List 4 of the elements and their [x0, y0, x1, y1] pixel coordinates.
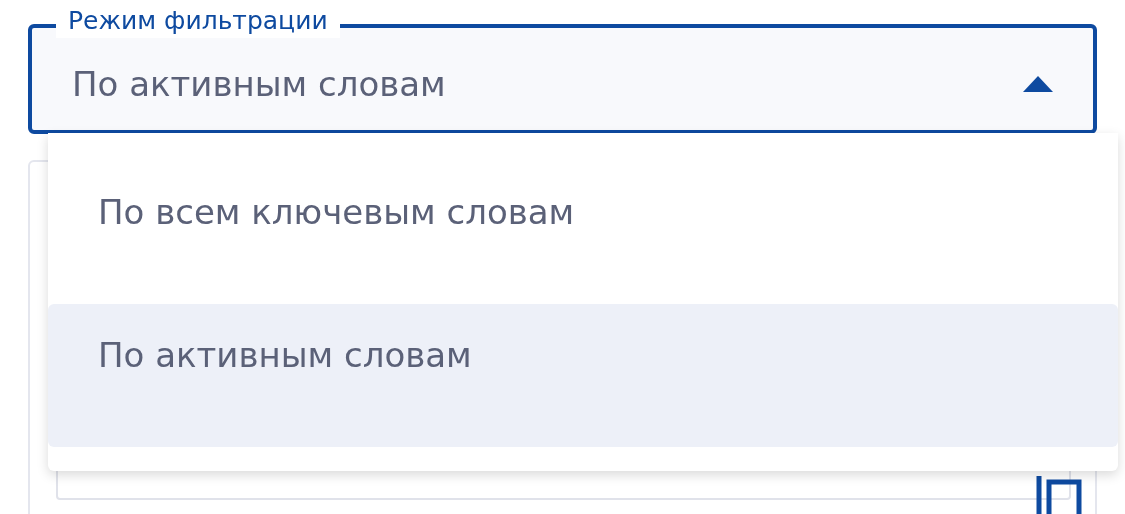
caret-icon	[1023, 76, 1053, 92]
menu-option[interactable]: По всем ключевым словам	[48, 133, 1118, 304]
menu-option[interactable]: По активным словам	[48, 304, 1118, 447]
selected-value: По активным словам	[72, 64, 447, 104]
